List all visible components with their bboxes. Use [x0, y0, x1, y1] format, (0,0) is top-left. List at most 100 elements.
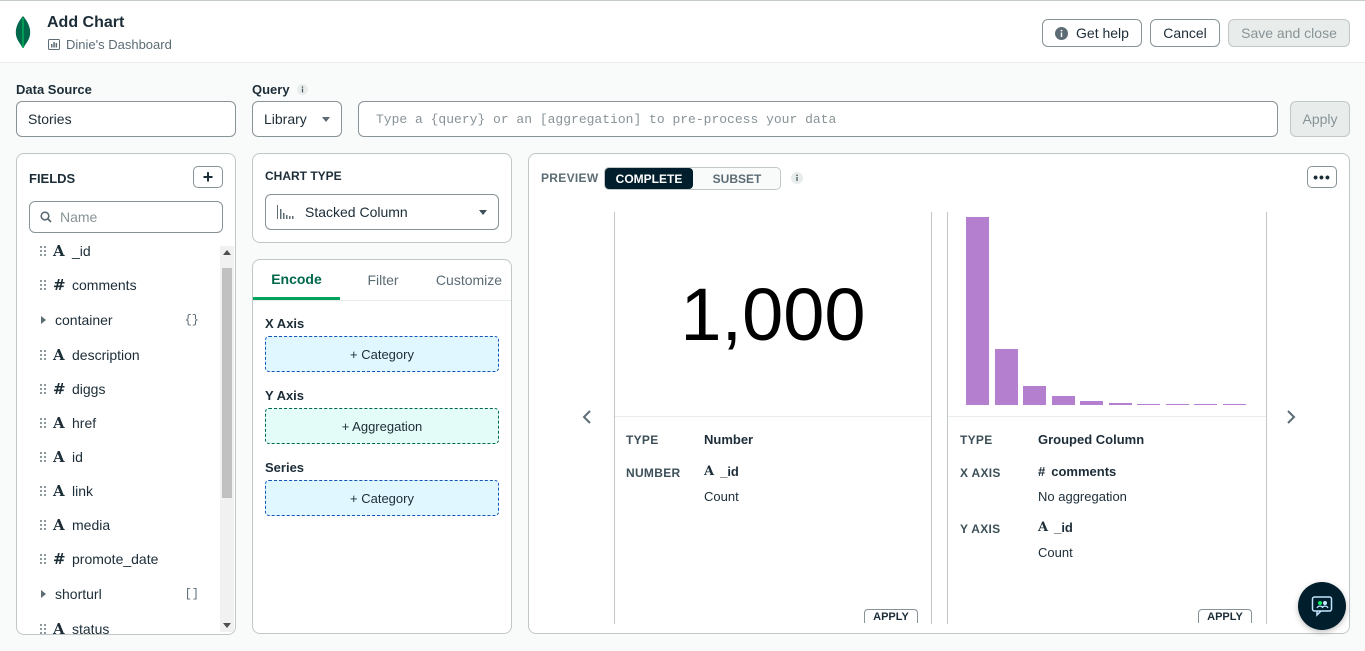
- drag-handle-icon[interactable]: [39, 279, 47, 291]
- big-number: 1,000: [680, 273, 866, 356]
- preview-label: PREVIEW: [541, 171, 599, 185]
- get-help-button[interactable]: Get help: [1042, 19, 1142, 47]
- query-input[interactable]: Type a {query} or an [aggregation] to pr…: [358, 101, 1278, 137]
- chart-type-value: Stacked Column: [305, 204, 408, 220]
- number-key: NUMBER: [626, 466, 681, 480]
- field-item-media[interactable]: Amedia: [39, 513, 110, 537]
- suggestion-card-grouped-column[interactable]: TYPE Grouped Column X AXIS # comments No …: [947, 212, 1267, 624]
- chat-icon: [1311, 596, 1333, 617]
- field-name: comments: [72, 277, 137, 293]
- tabs-divider: [253, 300, 511, 301]
- fields-scrollbar[interactable]: [220, 246, 234, 632]
- field-item-link[interactable]: Alink: [39, 479, 93, 503]
- field-item-href[interactable]: Ahref: [39, 411, 96, 435]
- preview-mode-toggle: COMPLETE SUBSET: [604, 167, 781, 190]
- field-item-description[interactable]: Adescription: [39, 343, 140, 367]
- save-and-close-button[interactable]: Save and close: [1228, 19, 1350, 47]
- apply-suggestion-button[interactable]: APPLY: [1198, 609, 1252, 623]
- chart-bar: [1080, 401, 1103, 405]
- complete-toggle[interactable]: COMPLETE: [605, 168, 693, 189]
- field-item-diggs[interactable]: # diggs: [39, 377, 105, 401]
- field-item-id[interactable]: Aid: [39, 445, 83, 469]
- expand-caret-icon[interactable]: [41, 590, 46, 598]
- info-icon: [1055, 26, 1069, 40]
- expand-caret-icon[interactable]: [41, 316, 46, 324]
- preview-panel: PREVIEW COMPLETE SUBSET ••• 1,000 TYPE N…: [528, 153, 1350, 634]
- array-badge: []: [184, 587, 199, 601]
- search-icon: [40, 211, 52, 223]
- preview-info-icon[interactable]: [791, 172, 803, 184]
- tab-filter[interactable]: Filter: [340, 260, 426, 300]
- x-axis-field: # comments: [1038, 464, 1116, 479]
- query-info-icon[interactable]: [296, 84, 308, 95]
- string-type-icon: A: [53, 482, 65, 500]
- string-type-icon: A: [1038, 520, 1049, 535]
- field-name: link: [72, 483, 94, 499]
- chart-type-select[interactable]: Stacked Column: [265, 194, 499, 230]
- field-item-promote-date[interactable]: # promote_date: [39, 547, 158, 571]
- drag-handle-icon[interactable]: [39, 519, 47, 531]
- string-type-icon: A: [53, 516, 65, 534]
- next-arrow-icon[interactable]: [1285, 409, 1297, 425]
- tab-customize[interactable]: Customize: [426, 260, 512, 300]
- drag-handle-icon[interactable]: [39, 485, 47, 497]
- drag-handle-icon[interactable]: [39, 417, 47, 429]
- drag-handle-icon[interactable]: [39, 623, 47, 634]
- tab-encode[interactable]: Encode: [253, 260, 340, 300]
- query-placeholder: Type a {query} or an [aggregation] to pr…: [376, 111, 837, 127]
- stacked-column-icon: [277, 205, 294, 219]
- query-apply-button[interactable]: Apply: [1290, 101, 1350, 137]
- field-name: shorturl: [55, 586, 102, 602]
- chevron-down-icon: [322, 116, 330, 122]
- field-search-input[interactable]: Name: [29, 201, 223, 233]
- field-item-status[interactable]: Astatus: [39, 617, 109, 634]
- dashboard-name: Dinie's Dashboard: [66, 37, 172, 52]
- subset-toggle[interactable]: SUBSET: [693, 168, 781, 189]
- number-field: A _id: [704, 464, 739, 479]
- drag-handle-icon[interactable]: [39, 349, 47, 361]
- drag-handle-icon[interactable]: [39, 383, 47, 395]
- cancel-button[interactable]: Cancel: [1150, 19, 1220, 47]
- x-axis-key: X AXIS: [960, 466, 1001, 480]
- chart-type-label: CHART TYPE: [265, 169, 342, 183]
- suggestion-card-number[interactable]: 1,000 TYPE Number NUMBER A _id Count APPL…: [614, 212, 932, 624]
- y-axis-dropzone[interactable]: + Aggregation: [265, 408, 499, 444]
- field-item-_id[interactable]: A _id: [39, 239, 91, 263]
- dashboard-breadcrumb[interactable]: Dinie's Dashboard: [48, 37, 172, 52]
- query-mode-select[interactable]: Library: [252, 101, 342, 137]
- prev-arrow-icon[interactable]: [581, 409, 593, 425]
- field-item-container[interactable]: container {}: [39, 308, 199, 332]
- field-name: diggs: [72, 381, 106, 397]
- drag-handle-icon[interactable]: [39, 553, 47, 565]
- scroll-up-icon[interactable]: [223, 250, 231, 255]
- drag-handle-icon[interactable]: [39, 245, 47, 257]
- card-divider: [615, 416, 931, 417]
- dashboard-icon: [48, 39, 60, 50]
- x-axis-dropzone[interactable]: + Category: [265, 336, 499, 372]
- page-title: Add Chart: [47, 14, 125, 31]
- leaf-logo-icon: [15, 16, 31, 48]
- type-key: TYPE: [960, 433, 993, 447]
- data-source-select[interactable]: Stories: [16, 101, 236, 137]
- chevron-down-icon: [479, 209, 487, 215]
- field-item-comments[interactable]: # comments: [39, 273, 137, 297]
- scrollbar-thumb[interactable]: [222, 268, 232, 498]
- ellipsis-icon: •••: [1313, 169, 1331, 185]
- add-field-button[interactable]: +: [193, 166, 223, 188]
- top-bar: Add Chart Dinie's Dashboard Get help Can…: [0, 0, 1365, 63]
- series-dropzone[interactable]: + Category: [265, 480, 499, 516]
- field-name: href: [72, 415, 97, 431]
- string-type-icon: A: [53, 448, 65, 466]
- more-options-button[interactable]: •••: [1307, 166, 1337, 188]
- query-mode-value: Library: [264, 111, 307, 127]
- drag-handle-icon[interactable]: [39, 451, 47, 463]
- apply-suggestion-button[interactable]: APPLY: [864, 609, 918, 623]
- field-item-shorturl[interactable]: shorturl []: [39, 582, 199, 606]
- string-type-icon: A: [704, 464, 715, 479]
- field-name: container: [55, 312, 113, 328]
- scroll-down-icon[interactable]: [223, 623, 231, 628]
- x-axis-label: X Axis: [265, 316, 305, 331]
- mini-bar-chart: [966, 212, 1256, 405]
- chart-bar: [966, 217, 989, 405]
- chat-assistant-button[interactable]: [1298, 582, 1346, 630]
